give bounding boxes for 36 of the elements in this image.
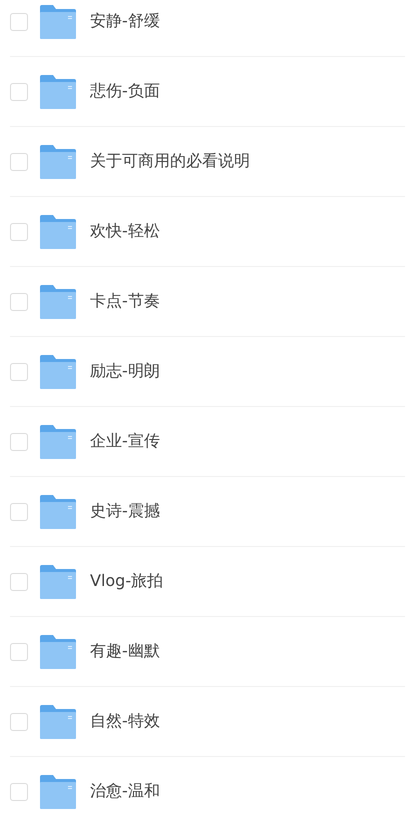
folder-name[interactable]: 有趣-幽默 bbox=[90, 641, 160, 662]
checkbox[interactable] bbox=[10, 152, 28, 170]
checkbox[interactable] bbox=[10, 432, 28, 450]
folder-name[interactable]: 治愈-温和 bbox=[90, 781, 160, 802]
folder-icon bbox=[40, 424, 76, 458]
folder-icon bbox=[40, 144, 76, 178]
folder-name[interactable]: 安静-舒缓 bbox=[90, 11, 160, 32]
checkbox[interactable] bbox=[10, 782, 28, 800]
checkbox[interactable] bbox=[10, 362, 28, 380]
checkbox[interactable] bbox=[10, 502, 28, 520]
checkbox[interactable] bbox=[10, 712, 28, 730]
folder-icon bbox=[40, 564, 76, 598]
checkbox[interactable] bbox=[10, 82, 28, 100]
folder-icon bbox=[40, 774, 76, 808]
checkbox[interactable] bbox=[10, 292, 28, 310]
checkbox[interactable] bbox=[10, 222, 28, 240]
folder-name[interactable]: 励志-明朗 bbox=[90, 361, 160, 382]
folder-name[interactable]: 卡点-节奏 bbox=[90, 291, 160, 312]
folder-name[interactable]: 史诗-震撼 bbox=[90, 501, 160, 522]
checkbox[interactable] bbox=[10, 572, 28, 590]
folder-icon bbox=[40, 634, 76, 668]
folder-name[interactable]: 企业-宣传 bbox=[90, 431, 160, 452]
folder-name[interactable]: 关于可商用的必看说明 bbox=[90, 151, 250, 172]
folder-icon bbox=[40, 494, 76, 528]
folder-icon bbox=[40, 354, 76, 388]
folder-name[interactable]: 悲伤-负面 bbox=[90, 81, 160, 102]
checkbox[interactable] bbox=[10, 642, 28, 660]
folder-icon bbox=[40, 214, 76, 248]
folder-icon bbox=[40, 74, 76, 108]
folder-icon bbox=[40, 704, 76, 738]
folder-name[interactable]: 欢快-轻松 bbox=[90, 221, 160, 242]
folder-name[interactable]: 自然-特效 bbox=[90, 711, 160, 732]
folder-icon bbox=[40, 284, 76, 318]
checkbox[interactable] bbox=[10, 12, 28, 30]
folder-name[interactable]: Vlog-旅拍 bbox=[90, 571, 164, 592]
folder-icon bbox=[40, 4, 76, 38]
